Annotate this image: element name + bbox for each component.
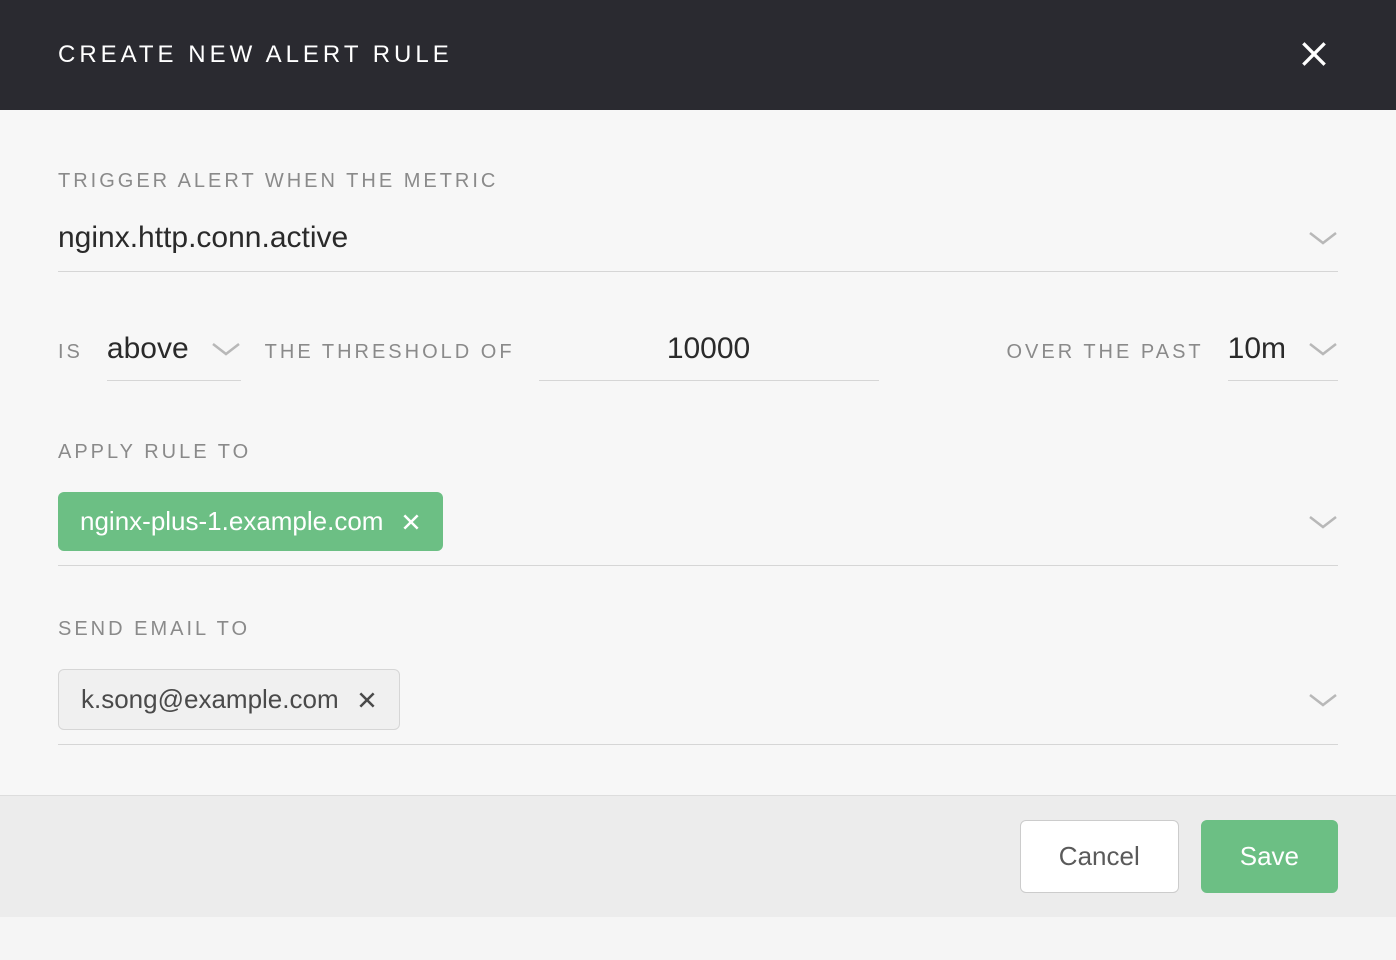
close-button[interactable] — [1290, 30, 1338, 81]
save-button[interactable]: Save — [1201, 820, 1338, 893]
apply-rule-tag-text: nginx-plus-1.example.com — [80, 506, 383, 537]
create-alert-modal: CREATE NEW ALERT RULE TRIGGER ALERT WHEN… — [0, 0, 1396, 917]
send-email-label: SEND EMAIL TO — [58, 618, 1338, 641]
apply-rule-label: APPLY RULE TO — [58, 441, 1338, 464]
modal-header: CREATE NEW ALERT RULE — [0, 0, 1396, 110]
threshold-label: THE THRESHOLD OF — [265, 341, 515, 364]
modal-body: TRIGGER ALERT WHEN THE METRIC nginx.http… — [0, 110, 1396, 795]
apply-rule-select[interactable]: nginx-plus-1.example.com — [58, 492, 1338, 566]
apply-rule-tag-remove[interactable] — [401, 512, 421, 532]
metric-select[interactable]: nginx.http.conn.active — [58, 221, 1338, 272]
chevron-down-icon — [1308, 691, 1338, 709]
chevron-down-icon — [211, 340, 241, 358]
chevron-down-icon — [1308, 340, 1338, 358]
metric-label: TRIGGER ALERT WHEN THE METRIC — [58, 170, 1338, 193]
email-tag: k.song@example.com — [58, 669, 400, 730]
modal-footer: Cancel Save — [0, 795, 1396, 917]
operator-select[interactable]: above — [107, 332, 241, 381]
metric-value: nginx.http.conn.active — [58, 221, 348, 255]
chevron-down-icon — [1308, 513, 1338, 531]
cancel-button[interactable]: Cancel — [1020, 820, 1179, 893]
email-tag-remove[interactable] — [357, 690, 377, 710]
duration-select[interactable]: 10m — [1228, 332, 1338, 381]
email-tag-text: k.song@example.com — [81, 684, 339, 715]
close-icon — [357, 690, 377, 710]
apply-rule-tag: nginx-plus-1.example.com — [58, 492, 443, 551]
email-select[interactable]: k.song@example.com — [58, 669, 1338, 745]
condition-row: IS above THE THRESHOLD OF OVER THE PAST … — [58, 332, 1338, 381]
close-icon — [1298, 38, 1330, 70]
chevron-down-icon — [1308, 229, 1338, 247]
close-icon — [401, 512, 421, 532]
is-label: IS — [58, 341, 83, 364]
operator-value: above — [107, 332, 189, 366]
duration-value: 10m — [1228, 332, 1286, 366]
modal-title: CREATE NEW ALERT RULE — [58, 41, 453, 69]
threshold-input[interactable] — [539, 332, 879, 381]
over-past-label: OVER THE PAST — [1006, 341, 1203, 364]
